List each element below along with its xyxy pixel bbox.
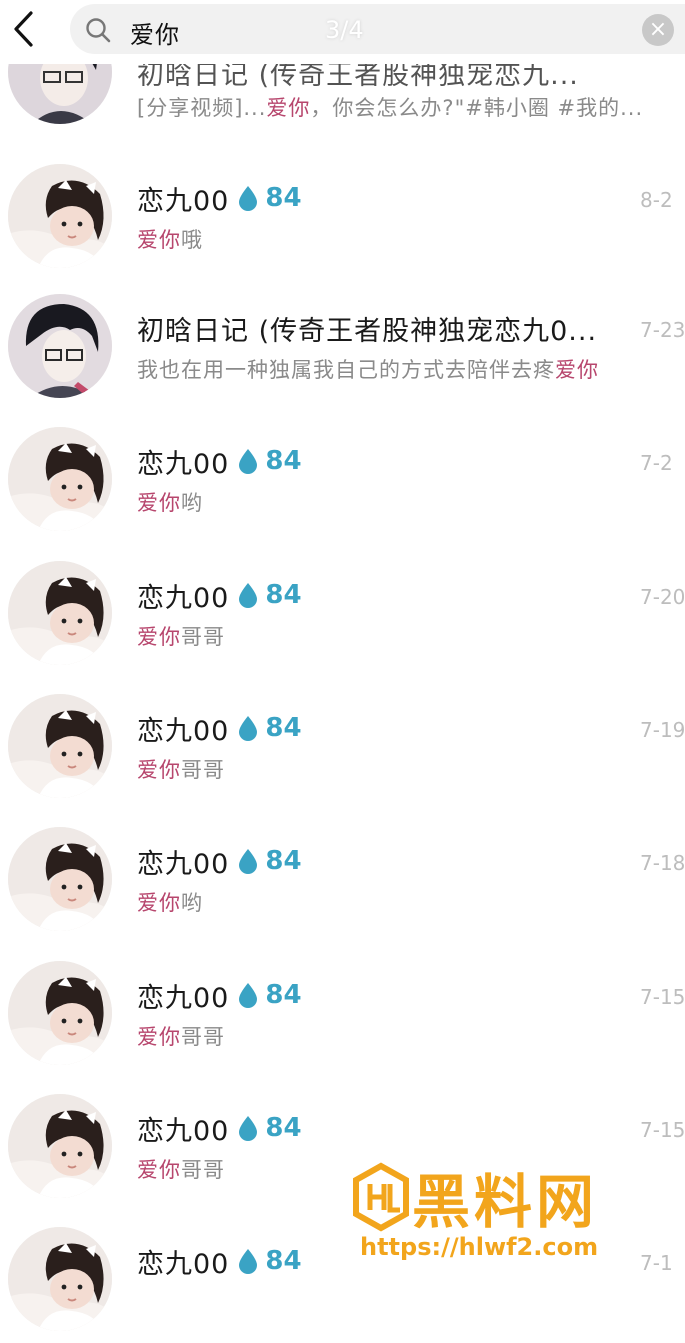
search-box[interactable]: 爱你 3/4 ×	[70, 4, 685, 54]
chevron-left-icon	[14, 11, 33, 47]
result-preview: 爱你哟	[137, 491, 203, 515]
result-preview: 爱你哥哥	[137, 758, 225, 782]
result-preview: [分享视频]...爱你，你会怎么办?"#韩小圈 #我的...	[137, 96, 644, 120]
result-name: 恋九00	[137, 448, 230, 480]
level-badge: 84	[265, 980, 302, 1010]
result-preview: 我也在用一种独属我自己的方式去陪伴去疼爱你	[137, 358, 599, 382]
search-icon	[86, 18, 111, 43]
water-drop-icon	[239, 1116, 258, 1141]
level-badge: 84	[265, 446, 302, 476]
watermark-logo: 黑料网	[350, 1158, 650, 1236]
site-logo-icon	[353, 1162, 409, 1232]
result-name: 恋九00	[137, 848, 230, 880]
result-row[interactable]: 恋九00 84 爱你哦 8-2	[0, 150, 685, 280]
search-input[interactable]: 爱你	[130, 15, 180, 50]
result-time: 7-15	[640, 985, 685, 1009]
result-row[interactable]: 恋九00 84 爱你哥哥 7-15	[0, 947, 685, 1077]
result-name: 恋九00	[137, 1248, 230, 1280]
result-row[interactable]: 恋九00 84 爱你哥哥 7-19	[0, 680, 685, 810]
water-drop-icon	[239, 449, 258, 474]
result-name: 恋九00	[137, 1115, 230, 1147]
result-row[interactable]: 初晗日记 (传奇王者股神独宠恋九0... 我也在用一种独属我自己的方式去陪伴去疼爱…	[0, 280, 685, 410]
avatar	[8, 294, 112, 398]
result-time: 7-2	[640, 451, 673, 475]
level-badge: 84	[265, 713, 302, 743]
level-badge: 84	[265, 846, 302, 876]
result-time: 8-2	[640, 188, 673, 212]
level-badge: 84	[265, 1113, 302, 1143]
result-time: 7-20	[640, 585, 685, 609]
clear-search-button[interactable]: ×	[642, 14, 674, 46]
level-badge: 84	[265, 580, 302, 610]
search-header: 爱你 3/4 ×	[0, 0, 685, 64]
result-row[interactable]: 恋九00 84 爱你哥哥 7-20	[0, 547, 685, 677]
result-time: 7-1	[640, 1251, 673, 1275]
level-badge: 84	[265, 183, 302, 213]
avatar	[8, 694, 112, 798]
result-name: 恋九00	[137, 982, 230, 1014]
result-time: 7-18	[640, 851, 685, 875]
avatar	[8, 961, 112, 1065]
result-name: 恋九00	[137, 582, 230, 614]
result-time: 7-23	[640, 318, 685, 342]
result-time: 7-15	[640, 1118, 685, 1142]
watermark-title: 黑料网	[412, 1168, 599, 1236]
result-row[interactable]: 恋九00 84 爱你哟 7-2	[0, 413, 685, 543]
close-circle-icon: ×	[648, 17, 668, 42]
result-preview: 爱你哦	[137, 228, 203, 252]
water-drop-icon	[239, 983, 258, 1008]
water-drop-icon	[239, 583, 258, 608]
level-badge: 84	[265, 1246, 302, 1276]
back-button[interactable]	[6, 8, 40, 50]
result-name: 初晗日记 (传奇王者股神独宠恋九0...	[137, 315, 598, 347]
watermark-url: https://hlwf2.com	[360, 1233, 599, 1261]
result-preview: 爱你哥哥	[137, 1025, 225, 1049]
result-preview: 爱你哟	[137, 891, 203, 915]
result-preview: 爱你哥哥	[137, 1158, 225, 1182]
water-drop-icon	[239, 1249, 258, 1274]
result-time: 7-19	[640, 718, 685, 742]
avatar	[8, 1227, 112, 1331]
water-drop-icon	[239, 849, 258, 874]
result-name: 恋九00	[137, 715, 230, 747]
water-drop-icon	[239, 716, 258, 741]
search-results-list: 初晗日记 (传奇王者股神独宠恋九... [分享视频]...爱你，你会怎么办?"#…	[0, 0, 685, 1331]
avatar	[8, 427, 112, 531]
avatar	[8, 164, 112, 268]
match-counter: 3/4	[325, 16, 364, 44]
result-row[interactable]: 恋九00 84 爱你哟 7-18	[0, 813, 685, 943]
avatar	[8, 561, 112, 665]
avatar	[8, 827, 112, 931]
result-preview: 爱你哥哥	[137, 625, 225, 649]
water-drop-icon	[239, 186, 258, 211]
result-name: 恋九00	[137, 185, 230, 217]
avatar	[8, 1094, 112, 1198]
